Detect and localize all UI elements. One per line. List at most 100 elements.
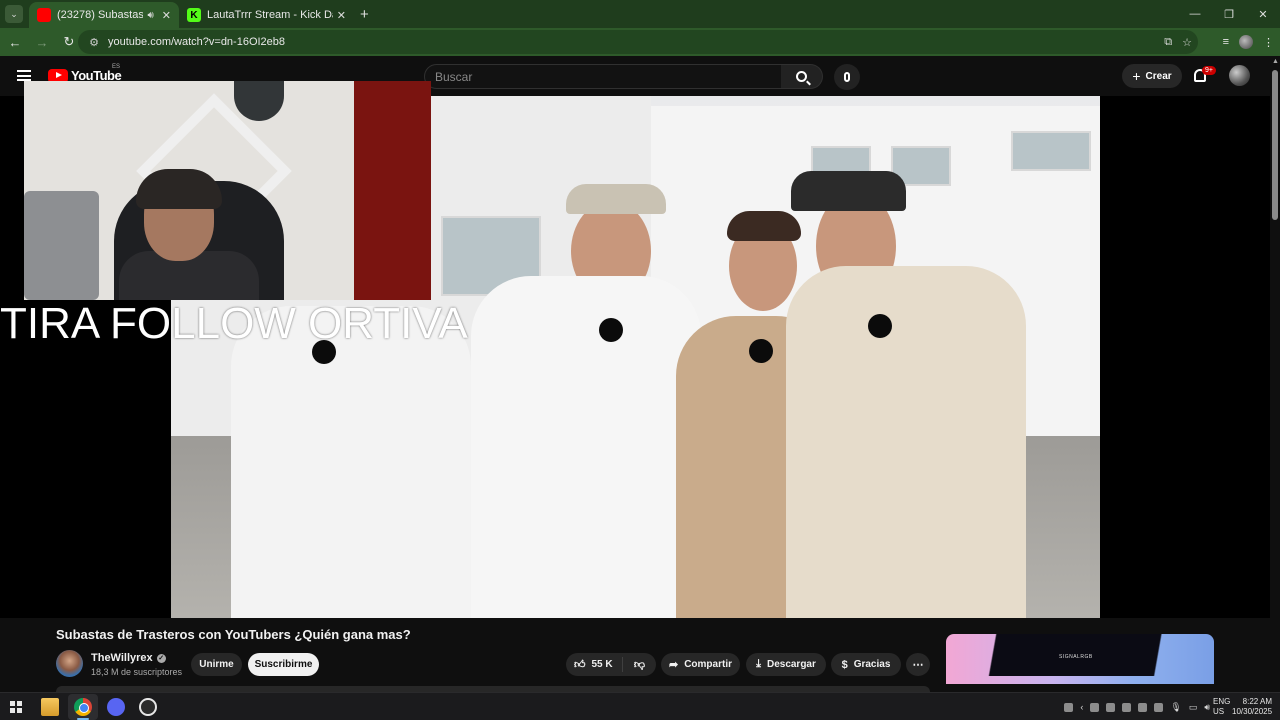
- tab-youtube[interactable]: (23278) Subastas de Trasteros con YouTub…: [29, 2, 179, 28]
- voice-search-button[interactable]: [834, 64, 860, 90]
- window-controls: — ❐ ✕: [1178, 0, 1280, 28]
- video-person: [786, 266, 1026, 618]
- webcam-streamer-hair: [136, 169, 222, 209]
- search-icon: [796, 71, 807, 82]
- taskbar-clock[interactable]: 8:22 AM 10/30/2025: [1232, 697, 1272, 717]
- notification-badge: 9+: [1202, 66, 1216, 75]
- thumbs-up-icon: 👍︎: [574, 659, 586, 671]
- share-icon: ➦: [668, 659, 679, 671]
- kick-icon: K: [187, 8, 201, 22]
- create-button[interactable]: + Crear: [1122, 64, 1182, 88]
- close-tab-icon[interactable]: ✕: [162, 9, 171, 22]
- video-person-hair: [727, 211, 801, 241]
- video-person: [471, 276, 701, 618]
- input-language[interactable]: ENG US: [1213, 697, 1230, 717]
- page-scrollbar[interactable]: ▲: [1270, 56, 1280, 692]
- back-icon[interactable]: ←: [3, 30, 27, 54]
- restore-icon[interactable]: ❐: [1212, 0, 1246, 28]
- tray-app-icon[interactable]: [1122, 702, 1132, 712]
- super-thanks-icon: $: [841, 658, 848, 671]
- video-person: [231, 306, 471, 618]
- media-controls-icon[interactable]: ≡: [1223, 36, 1229, 48]
- install-app-icon[interactable]: ⧉: [1164, 36, 1172, 49]
- like-button[interactable]: 👍︎ 55 K: [566, 657, 623, 672]
- share-button[interactable]: ➦ Compartir: [661, 653, 740, 676]
- bookmark-star-icon[interactable]: ☆: [1182, 36, 1192, 49]
- url-text[interactable]: youtube.com/watch?v=dn-16OI2eb8: [108, 36, 285, 48]
- ad-brand-logo: SIGNALRGB: [1059, 654, 1093, 660]
- thanks-button[interactable]: $ Gracias: [831, 653, 901, 676]
- like-count: 55 K: [591, 659, 613, 670]
- tray-overflow-icon[interactable]: ‹: [1080, 702, 1083, 712]
- volume-icon[interactable]: 🔊︎: [1204, 702, 1210, 713]
- webcam-scene-furniture: [24, 191, 99, 300]
- obs-icon[interactable]: [139, 698, 157, 716]
- microphone-tray-icon[interactable]: 🎙︎: [1170, 702, 1181, 713]
- system-tray: ‹ 🎙︎ ▭ 🔊︎: [1064, 693, 1210, 720]
- forward-icon[interactable]: →: [30, 30, 54, 54]
- search-box[interactable]: [424, 64, 782, 89]
- menu-icon[interactable]: [17, 70, 31, 81]
- account-avatar[interactable]: [1229, 65, 1250, 86]
- dislike-button[interactable]: 👎︎: [623, 658, 656, 671]
- tray-app-icon[interactable]: [1106, 702, 1116, 712]
- clock-time: 8:22 AM: [1242, 697, 1272, 706]
- toolbar-right: ≡ ⋮: [1223, 30, 1274, 54]
- screen: ⌄ (23278) Subastas de Trasteros con YouT…: [0, 0, 1280, 720]
- search-button[interactable]: [781, 64, 823, 89]
- address-bar[interactable]: ⚙ youtube.com/watch?v=dn-16OI2eb8 ⧉ ☆: [78, 30, 1198, 54]
- download-icon: ⤓: [756, 658, 761, 670]
- share-label: Compartir: [684, 659, 732, 670]
- thumbs-down-icon: 👎︎: [633, 659, 646, 671]
- chrome-icon[interactable]: [74, 698, 92, 716]
- channel-name[interactable]: TheWillyrex: [91, 652, 153, 664]
- tray-app-icon[interactable]: [1090, 702, 1100, 712]
- verified-icon: ✓: [156, 653, 166, 663]
- browser-toolbar: ← → ↻ ⚙ youtube.com/watch?v=dn-16OI2eb8 …: [0, 28, 1280, 56]
- join-button[interactable]: Unirme: [191, 653, 242, 676]
- plus-icon: +: [1132, 68, 1141, 84]
- thanks-label: Gracias: [853, 659, 891, 670]
- start-icon[interactable]: [10, 701, 22, 713]
- webcam-scene-door: [354, 81, 431, 300]
- close-tab-icon[interactable]: ✕: [337, 9, 346, 22]
- sponsored-ad-card[interactable]: SIGNALRGB: [946, 634, 1214, 692]
- region-code: US: [1213, 707, 1225, 716]
- address-bar-actions: ⧉ ☆: [1164, 30, 1192, 54]
- tray-app-icon[interactable]: [1138, 702, 1148, 712]
- stream-overlay-text: TIRA FOLLOW ORTIVA: [0, 299, 468, 348]
- video-scene-window: [1011, 131, 1091, 171]
- download-button[interactable]: ⤓ Descargar: [746, 653, 826, 676]
- scroll-up-arrow-icon[interactable]: ▲: [1272, 58, 1279, 65]
- discord-icon[interactable]: [107, 698, 125, 716]
- tab-search-button[interactable]: ⌄: [5, 5, 23, 23]
- chrome-menu-icon[interactable]: ⋮: [1263, 36, 1274, 49]
- minimize-icon[interactable]: —: [1178, 0, 1212, 28]
- video-lapel-mic: [868, 314, 892, 338]
- more-actions-button[interactable]: ⋯: [906, 653, 930, 676]
- site-info-icon[interactable]: ⚙: [84, 36, 104, 49]
- tab-kick-dashboard[interactable]: K LautaTrrr Stream - Kick Dashboard ✕: [179, 2, 354, 28]
- microphone-icon: [844, 72, 850, 82]
- video-lapel-mic: [749, 339, 773, 363]
- more-icon: ⋯: [912, 659, 924, 671]
- tab-title: (23278) Subastas de Trasteros con YouTub…: [57, 9, 144, 21]
- new-tab-button[interactable]: +: [360, 6, 369, 23]
- channel-name-row[interactable]: TheWillyrex ✓: [91, 652, 166, 664]
- search-input[interactable]: [425, 65, 781, 88]
- tray-app-icon[interactable]: [1154, 702, 1164, 712]
- windows-taskbar: ‹ 🎙︎ ▭ 🔊︎ ENG US 8:22 AM 10/30/2025: [0, 692, 1280, 720]
- subscribe-button[interactable]: Suscribirme: [248, 653, 319, 676]
- video-title: Subastas de Trasteros con YouTubers ¿Qui…: [56, 627, 411, 642]
- network-icon[interactable]: ▭: [1189, 702, 1198, 713]
- create-label: Crear: [1145, 70, 1172, 82]
- webcam-overlay: [24, 81, 431, 300]
- profile-avatar[interactable]: [1239, 35, 1253, 49]
- tray-app-icon[interactable]: [1064, 702, 1074, 712]
- scrollbar-thumb[interactable]: [1272, 70, 1278, 220]
- speaker-icon[interactable]: 🔊︎: [147, 10, 153, 21]
- channel-avatar[interactable]: [56, 650, 83, 677]
- file-explorer-icon[interactable]: [41, 698, 59, 716]
- close-window-icon[interactable]: ✕: [1246, 0, 1280, 28]
- country-code: ES: [112, 64, 121, 70]
